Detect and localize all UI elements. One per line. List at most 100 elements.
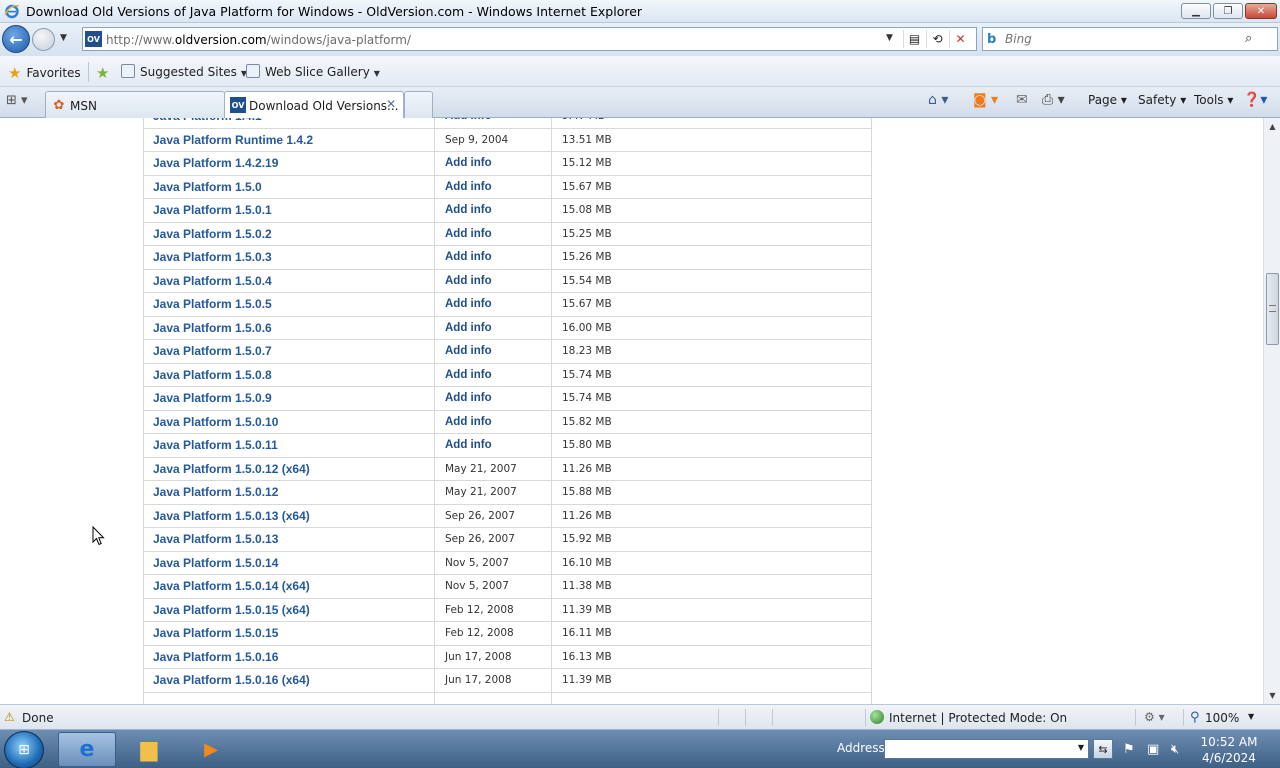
zoom-level[interactable]: 100% bbox=[1205, 711, 1239, 725]
page-menu[interactable]: Page ▾ bbox=[1088, 93, 1127, 107]
release-date-cell: Add info bbox=[435, 434, 552, 457]
help-icon[interactable]: ❓▾ bbox=[1243, 92, 1267, 108]
home-icon[interactable]: ⌂ ▾ bbox=[928, 92, 948, 108]
table-row: Java Platform 1.5.0.4 Add info 15.54 MB bbox=[144, 269, 871, 293]
chevron-down-icon[interactable]: ▼ bbox=[1078, 743, 1084, 752]
add-info-link[interactable]: Add info bbox=[445, 439, 492, 451]
taskbar-windows-explorer[interactable]: ▆ bbox=[120, 732, 178, 767]
add-info-link[interactable]: Add info bbox=[445, 275, 492, 287]
release-date: Sep 26, 2007 bbox=[445, 509, 515, 522]
favorites-button[interactable]: ★ Favorites bbox=[8, 64, 81, 82]
version-link[interactable]: Java Platform 1.5.0.11 bbox=[153, 438, 278, 452]
version-link[interactable]: Java Platform 1.5.0.1 bbox=[153, 203, 272, 217]
version-link[interactable]: Java Platform 1.5.0.13 (x64) bbox=[153, 509, 310, 523]
search-box[interactable]: b ⌕ bbox=[982, 27, 1278, 51]
version-link[interactable]: Java Platform 1.5.0 bbox=[153, 180, 262, 194]
recent-pages-dropdown[interactable]: ▼ bbox=[60, 33, 67, 43]
version-link[interactable]: Java Platform 1.5.0.16 (x64) bbox=[153, 673, 310, 687]
version-link[interactable]: Java Platform 1.5.0.6 bbox=[153, 321, 272, 335]
taskbar-internet-explorer[interactable]: e bbox=[58, 732, 116, 767]
version-link[interactable]: Java Platform Runtime 1.4.2 bbox=[153, 133, 313, 147]
version-link[interactable]: Java Platform 1.5.0.10 bbox=[153, 415, 278, 429]
new-tab-button[interactable] bbox=[404, 91, 433, 118]
volume-muted-icon[interactable]: 🔇︎ bbox=[1171, 742, 1179, 757]
add-info-link[interactable]: Add info bbox=[445, 416, 492, 428]
internet-zone-icon[interactable] bbox=[870, 710, 884, 724]
add-to-favorites-bar-button[interactable]: ★ bbox=[96, 64, 114, 82]
add-info-link[interactable]: Add info bbox=[445, 369, 492, 381]
web-slice-gallery-button[interactable]: Web Slice Gallery ▼ bbox=[246, 64, 380, 79]
version-link[interactable]: Java Platform 1.5.0.14 bbox=[153, 556, 278, 570]
search-input[interactable] bbox=[1005, 31, 1245, 47]
version-link[interactable]: Java Platform 1.4.1 bbox=[153, 118, 262, 123]
taskbar-go-button[interactable]: ⇆ bbox=[1093, 739, 1113, 759]
print-icon[interactable]: ⎙ ▾ bbox=[1042, 92, 1065, 108]
version-link[interactable]: Java Platform 1.5.0.3 bbox=[153, 250, 272, 264]
add-info-link[interactable]: Add info bbox=[445, 181, 492, 193]
tab-msn[interactable]: ✿ MSN bbox=[45, 91, 225, 118]
version-link[interactable]: Java Platform 1.5.0.12 bbox=[153, 485, 278, 499]
tools-menu[interactable]: Tools ▾ bbox=[1194, 93, 1233, 107]
version-link[interactable]: Java Platform 1.5.0.2 bbox=[153, 227, 272, 241]
version-link[interactable]: Java Platform 1.5.0.12 (x64) bbox=[153, 462, 310, 476]
version-link[interactable]: Java Platform 1.5.0.7 bbox=[153, 344, 272, 358]
safety-menu[interactable]: Safety ▾ bbox=[1138, 93, 1186, 107]
scroll-up-icon[interactable]: ▲ bbox=[1264, 118, 1280, 135]
back-button[interactable]: ← bbox=[2, 25, 30, 53]
taskbar-media-player[interactable]: ▶ bbox=[182, 732, 240, 767]
stop-icon[interactable]: ✕ bbox=[949, 30, 971, 48]
version-link[interactable]: Java Platform 1.5.0.15 (x64) bbox=[153, 603, 310, 617]
warning-icon[interactable]: ⚠ bbox=[4, 710, 15, 724]
address-url[interactable]: http://www.oldversion.com/windows/java-p… bbox=[106, 33, 411, 47]
version-link[interactable]: Java Platform 1.4.2.19 bbox=[153, 156, 278, 170]
add-info-link[interactable]: Add info bbox=[445, 322, 492, 334]
popup-blocker-icon[interactable]: ⚙ ▾ bbox=[1144, 710, 1165, 724]
minimize-button[interactable]: ▁ bbox=[1181, 3, 1211, 19]
close-window-button[interactable]: ✕ bbox=[1245, 3, 1277, 19]
add-info-link[interactable]: Add info bbox=[445, 392, 492, 404]
vertical-scrollbar[interactable]: ▲ ▼ bbox=[1263, 118, 1280, 704]
add-info-link[interactable]: Add info bbox=[445, 157, 492, 169]
taskbar-address-input[interactable]: ▼ bbox=[884, 739, 1089, 759]
add-info-link[interactable]: Add info bbox=[445, 118, 492, 122]
version-link[interactable]: Java Platform 1.5.0.4 bbox=[153, 274, 272, 288]
quick-tabs-button[interactable]: ⊞ ▾ bbox=[6, 93, 44, 113]
version-link[interactable]: Java Platform 1.5.0.16 bbox=[153, 650, 278, 664]
feeds-icon[interactable]: ◙ ▾ bbox=[973, 92, 998, 108]
suggested-sites-button[interactable]: Suggested Sites ▼ bbox=[121, 64, 247, 79]
version-link[interactable]: Java Platform 1.5.0.14 (x64) bbox=[153, 579, 310, 593]
maximize-button[interactable]: ❐ bbox=[1213, 3, 1243, 19]
start-button[interactable]: ⊞ bbox=[4, 731, 44, 768]
add-info-link[interactable]: Add info bbox=[445, 204, 492, 216]
version-link[interactable]: Java Platform 1.5.0.8 bbox=[153, 368, 272, 382]
zoom-dropdown-icon[interactable]: ▼ bbox=[1248, 712, 1254, 721]
tab-oldversion[interactable]: OV Download Old Versions... ✕ bbox=[224, 91, 404, 118]
scroll-thumb[interactable] bbox=[1266, 273, 1279, 345]
release-date-cell: Nov 5, 2007 bbox=[435, 551, 552, 574]
version-link[interactable]: Java Platform 1.5.0.13 bbox=[153, 532, 278, 546]
add-info-link[interactable]: Add info bbox=[445, 228, 492, 240]
close-tab-icon[interactable]: ✕ bbox=[386, 97, 396, 111]
table-row: Java Platform 1.5.0.8 Add info 15.74 MB bbox=[144, 363, 871, 387]
zoom-icon[interactable]: ⚲ bbox=[1190, 710, 1200, 725]
version-link[interactable]: Java Platform 1.5.0.9 bbox=[153, 391, 272, 405]
network-icon[interactable]: ▣ bbox=[1147, 742, 1159, 757]
add-info-link[interactable]: Add info bbox=[445, 251, 492, 263]
add-info-link[interactable]: Add info bbox=[445, 298, 492, 310]
search-icon[interactable]: ⌕ bbox=[1245, 31, 1252, 46]
page-content: Java Platform 1.4.1Add info9.47 MBJava P… bbox=[0, 118, 1280, 704]
forward-button[interactable] bbox=[32, 28, 55, 51]
file-size: 15.80 MB bbox=[562, 439, 612, 452]
address-dropdown-icon[interactable]: ▼ bbox=[886, 33, 893, 43]
address-bar[interactable]: OV http://www.oldversion.com/windows/jav… bbox=[82, 27, 977, 51]
version-link[interactable]: Java Platform 1.5.0.15 bbox=[153, 626, 278, 640]
refresh-icon[interactable]: ⟲ bbox=[926, 30, 948, 48]
action-center-flag-icon[interactable]: ⚑ bbox=[1123, 742, 1135, 757]
version-link[interactable]: Java Platform 1.5.0.5 bbox=[153, 297, 272, 311]
read-mail-icon[interactable]: ✉ bbox=[1016, 92, 1028, 108]
add-info-link[interactable]: Add info bbox=[445, 345, 492, 357]
scroll-down-icon[interactable]: ▼ bbox=[1264, 687, 1280, 704]
security-zone-text[interactable]: Internet | Protected Mode: On bbox=[889, 711, 1067, 725]
system-clock[interactable]: 10:52 AM 4/6/2024 bbox=[1195, 734, 1263, 766]
compatibility-view-icon[interactable]: ▤ bbox=[903, 30, 925, 48]
